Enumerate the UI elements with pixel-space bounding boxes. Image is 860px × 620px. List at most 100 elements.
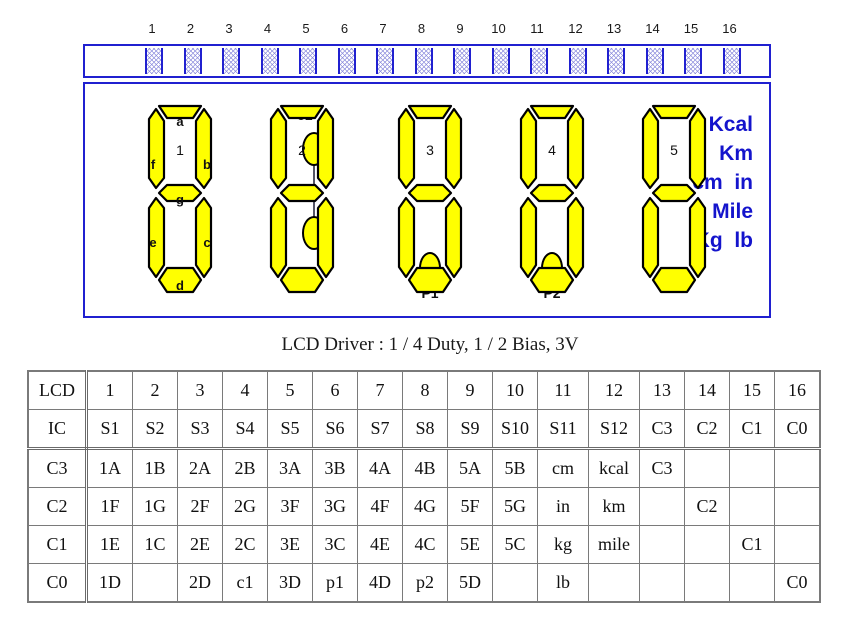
pin-cell-13[interactable] [607, 48, 625, 74]
table-cell: 4B [402, 448, 448, 488]
table-cell: 5F [447, 487, 493, 526]
pin-cell-10[interactable] [491, 48, 510, 74]
table-cell: 2E [177, 525, 223, 564]
table-row: C1 1E 1C 2E 2C 3E 3C 4E 4C 5E 5C kg mile C1 [27, 525, 821, 564]
table-cell [639, 525, 685, 564]
table-cell: p2 [402, 563, 448, 603]
table-cell: 3C [312, 525, 358, 564]
seven-segment-digit-2: 2 [265, 100, 339, 302]
segment-g-digit-5 [651, 183, 697, 203]
table-cell: 6 [312, 370, 358, 410]
pin-number-13: 13 [606, 21, 622, 36]
table-cell: 3G [312, 487, 358, 526]
segment-a-digit-4 [529, 104, 575, 120]
segment-label-c: c [203, 235, 211, 250]
table-cell: 5D [447, 563, 493, 603]
table-cell: 1B [132, 448, 178, 488]
table-cell: 4D [357, 563, 403, 603]
table-cell: 1F [86, 487, 133, 526]
table-cell: C1 [729, 409, 775, 450]
table-cell: 5C [492, 525, 538, 564]
segment-e-digit-5 [641, 196, 660, 279]
table-cell [774, 525, 821, 564]
pin-cell-14[interactable] [645, 48, 664, 74]
digit-index-label-1: 1 [176, 142, 184, 158]
table-cell: 5E [447, 525, 493, 564]
table-cell [684, 525, 730, 564]
pin-cell-8[interactable] [414, 48, 433, 74]
pin-cell-2[interactable] [183, 48, 202, 74]
pin-cell-4[interactable] [260, 48, 279, 74]
table-cell: 15 [729, 370, 775, 410]
table-cell [588, 563, 640, 603]
segment-label-a: a [176, 114, 184, 129]
segment-a-digit-3 [407, 104, 453, 120]
table-cell: S11 [537, 409, 589, 450]
pin-cell-9[interactable] [453, 48, 471, 74]
pin-cell-16[interactable] [722, 48, 741, 74]
table-cell: p1 [312, 563, 358, 603]
segment-f-digit-2 [269, 107, 288, 190]
table-cell [684, 563, 730, 603]
table-cell: S10 [492, 409, 538, 450]
pin-cell-12[interactable] [568, 48, 587, 74]
table-rowhead-c1: C1 [27, 525, 88, 564]
seven-segment-digit-1: 1 a f b g e c d [143, 100, 217, 302]
table-cell: 2C [222, 525, 268, 564]
segment-g-digit-3 [407, 183, 453, 203]
table-cell: 2G [222, 487, 268, 526]
table-cell: 10 [492, 370, 538, 410]
table-cell: 4C [402, 525, 448, 564]
segment-c-digit-5 [688, 196, 707, 279]
table-cell: 1C [132, 525, 178, 564]
table-cell [774, 448, 821, 488]
segment-g-digit-2 [279, 183, 325, 203]
table-cell [729, 448, 775, 488]
digit-index-label-4: 4 [548, 142, 556, 158]
table-cell: 1D [86, 563, 133, 603]
table-cell: 5 [267, 370, 313, 410]
table-cell [684, 448, 730, 488]
pin-number-11: 11 [530, 21, 544, 36]
table-cell: 16 [774, 370, 821, 410]
pin-cell-11[interactable] [530, 48, 548, 74]
table-cell: 3A [267, 448, 313, 488]
table-cell: kg [537, 525, 589, 564]
pin-cell-6[interactable] [337, 48, 356, 74]
segment-f-digit-3 [397, 107, 416, 190]
table-cell: 5G [492, 487, 538, 526]
pin-mapping-table: LCD 1 2 3 4 5 6 7 8 9 10 11 12 13 14 15 16 IC S1 S2 S3 S4 S5 S6… [27, 370, 821, 603]
segment-d-digit-2 [279, 266, 325, 294]
segment-label-b: b [203, 157, 211, 172]
table-row: C0 1D 2D c1 3D p1 4D p2 5D lb C0 [27, 563, 821, 603]
segment-label-f: f [150, 157, 156, 172]
pin-cell-15[interactable] [684, 48, 702, 74]
table-rowhead-lcd: LCD [27, 370, 88, 410]
table-rowhead-c0: C0 [27, 563, 88, 603]
table-cell: 2 [132, 370, 178, 410]
table-cell: S8 [402, 409, 448, 450]
segment-b-digit-2 [316, 107, 335, 190]
segment-b-digit-3 [444, 107, 463, 190]
table-cell: S12 [588, 409, 640, 450]
segment-b-digit-1 [194, 107, 213, 190]
pin-cell-1[interactable] [145, 48, 163, 74]
pin-cell-7[interactable] [376, 48, 394, 74]
table-cell: 2D [177, 563, 223, 603]
table-cell: 4E [357, 525, 403, 564]
table-cell [492, 563, 538, 603]
table-cell: 4G [402, 487, 448, 526]
segment-a-digit-2 [279, 104, 325, 120]
pin-cell-5[interactable] [299, 48, 317, 74]
table-cell: 12 [588, 370, 640, 410]
table-cell: 3B [312, 448, 358, 488]
pin-cell-3[interactable] [222, 48, 240, 74]
table-rowhead-c3: C3 [27, 448, 88, 488]
pin-number-15: 15 [683, 21, 699, 36]
table-cell: 3D [267, 563, 313, 603]
table-cell: 2B [222, 448, 268, 488]
table-cell: 3 [177, 370, 223, 410]
table-cell: c1 [222, 563, 268, 603]
table-cell: 9 [447, 370, 493, 410]
pin-number-10: 10 [491, 21, 506, 36]
